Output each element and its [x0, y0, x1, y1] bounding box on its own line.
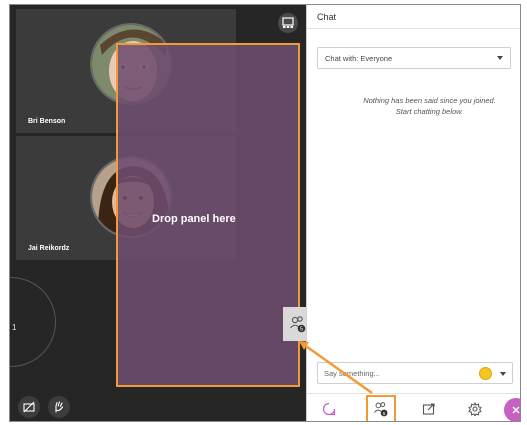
chevron-down-icon[interactable]	[500, 372, 506, 376]
attendees-badge: 5	[383, 411, 386, 417]
video-stage: Bri Benson Jai Reikordz 1 Drop panel her…	[10, 5, 313, 421]
app-frame: Bri Benson Jai Reikordz 1 Drop panel her…	[9, 4, 521, 422]
close-panel-button[interactable]	[504, 398, 520, 421]
chevron-down-icon	[497, 56, 503, 60]
chat-panel: Chat Chat with: Everyone Nothing has bee…	[306, 5, 520, 421]
layout-icon	[282, 17, 294, 28]
overflow-count: 1	[12, 323, 17, 332]
chat-with-select[interactable]: Chat with: Everyone	[317, 47, 511, 69]
overflow-participant-tile[interactable]	[10, 277, 56, 367]
camera-off-icon	[23, 401, 35, 413]
empty-chat-line-2: Start chatting below.	[395, 107, 464, 116]
share-camera-button[interactable]	[18, 396, 40, 418]
drop-panel-zone[interactable]: Drop panel here	[116, 43, 300, 387]
layout-toggle-button[interactable]	[278, 13, 298, 33]
tab-share-content[interactable]	[417, 398, 441, 420]
empty-chat-message: Nothing has been said since you joined. …	[307, 95, 520, 117]
message-input[interactable]	[324, 367, 464, 380]
panel-tab-bar: 5	[307, 393, 520, 421]
panel-header: Chat	[307, 5, 520, 29]
empty-chat-line-1: Nothing has been said since you joined.	[363, 96, 496, 105]
participant-name: Bri Benson	[28, 118, 66, 125]
message-composer	[317, 362, 513, 384]
share-content-icon	[422, 403, 435, 415]
tab-settings[interactable]	[463, 398, 487, 420]
stage-bottom-bar	[10, 391, 306, 421]
gear-icon	[468, 402, 482, 416]
tab-chat[interactable]	[317, 398, 341, 420]
participant-name: Jai Reikordz	[28, 245, 70, 252]
raise-hand-button[interactable]	[48, 396, 70, 418]
tab-attendees[interactable]: 5	[366, 395, 396, 421]
emoji-icon[interactable]	[479, 367, 492, 380]
attendees-icon: 5	[373, 402, 388, 417]
panel-title: Chat	[317, 12, 337, 22]
chat-icon	[322, 402, 336, 416]
close-icon	[512, 406, 520, 414]
attendees-icon: 5	[290, 316, 306, 333]
drop-panel-label: Drop panel here	[152, 213, 236, 225]
attendees-badge: 5	[300, 327, 303, 333]
hand-icon	[55, 401, 64, 413]
chat-with-value: Chat with: Everyone	[325, 54, 393, 63]
